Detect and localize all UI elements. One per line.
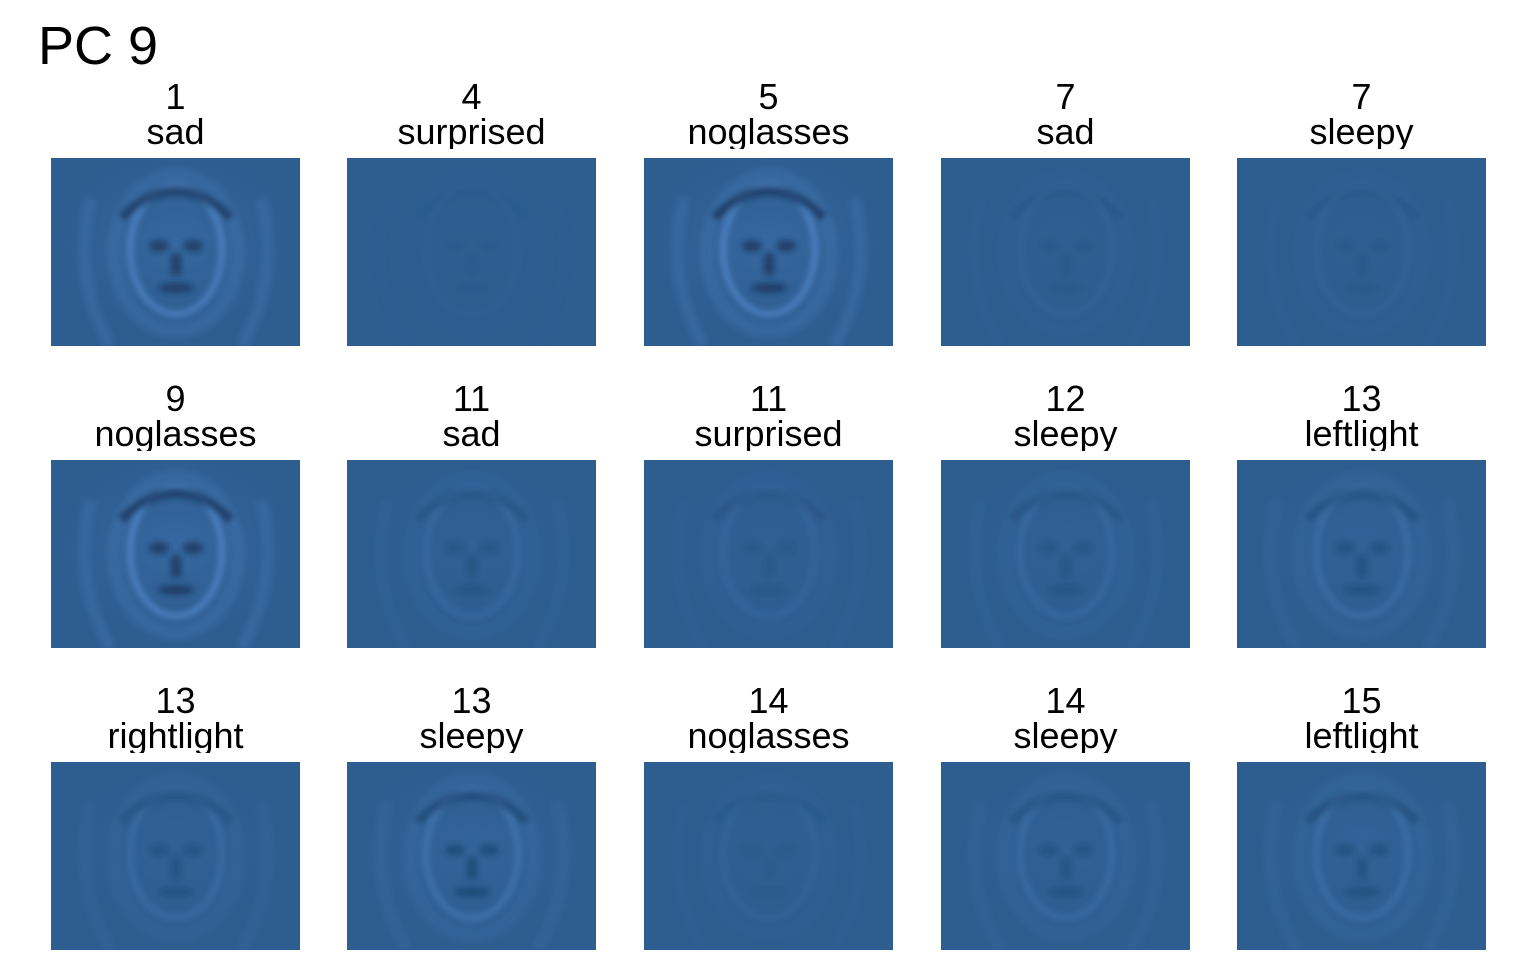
panel-condition-label: leftlight — [1304, 718, 1419, 753]
face-image-frame — [347, 762, 596, 950]
panel-condition-label: noglasses — [687, 718, 850, 753]
face-image-frame — [644, 762, 893, 950]
panel-subject-label: 11 — [452, 378, 491, 419]
face-image — [51, 762, 300, 950]
panel-subject-label: 14 — [1045, 680, 1086, 721]
panel-subject-label: 14 — [748, 680, 789, 721]
panel-condition-label: leftlight — [1304, 416, 1419, 451]
face-image — [644, 460, 893, 648]
face-image — [347, 762, 596, 950]
face-image — [644, 158, 893, 346]
face-image-frame — [1237, 460, 1486, 648]
panel-subject-label: 5 — [758, 76, 779, 117]
panel-condition-label: sleepy — [1013, 718, 1118, 753]
panel-condition-label: noglasses — [687, 114, 850, 149]
panel-condition-label: sad — [442, 416, 501, 451]
face-image-frame — [941, 158, 1190, 346]
panel-condition-label: rightlight — [107, 718, 244, 753]
face-image-frame — [941, 762, 1190, 950]
face-image — [941, 460, 1190, 648]
panel-subject-label: 15 — [1341, 680, 1382, 721]
panel-condition-label: sleepy — [419, 718, 524, 753]
face-image-frame — [347, 460, 596, 648]
panel-subject-label: 13 — [451, 680, 492, 721]
face-image — [1237, 762, 1486, 950]
face-image-frame — [1237, 762, 1486, 950]
face-image — [941, 158, 1190, 346]
face-image — [644, 762, 893, 950]
face-image-frame — [347, 158, 596, 346]
face-image — [1237, 158, 1486, 346]
panel-subject-label: 1 — [165, 76, 186, 117]
face-image — [51, 460, 300, 648]
panel-subject-label: 11 — [749, 378, 788, 419]
face-image — [347, 460, 596, 648]
face-image-frame — [644, 460, 893, 648]
panel-condition-label: sad — [1036, 114, 1095, 149]
panel-subject-label: 7 — [1351, 76, 1372, 117]
face-image-frame — [51, 460, 300, 648]
face-image — [1237, 460, 1486, 648]
figure-title: PC 9 — [38, 16, 159, 76]
panel-condition-label: surprised — [694, 416, 843, 451]
face-image-frame — [1237, 158, 1486, 346]
panel-subject-label: 7 — [1055, 76, 1076, 117]
panel-condition-label: sleepy — [1013, 416, 1118, 451]
face-image-frame — [51, 158, 300, 346]
face-image-frame — [941, 460, 1190, 648]
panel-condition-label: sleepy — [1309, 114, 1414, 149]
panel-subject-label: 12 — [1045, 378, 1086, 419]
face-image-frame — [644, 158, 893, 346]
panel-subject-label: 4 — [461, 76, 482, 117]
panel-subject-label: 13 — [155, 680, 196, 721]
face-image-frame — [51, 762, 300, 950]
panel-subject-label: 9 — [165, 378, 186, 419]
face-image — [51, 158, 300, 346]
panel-condition-label: noglasses — [94, 416, 257, 451]
panel-subject-label: 13 — [1341, 378, 1382, 419]
panel-condition-label: sad — [146, 114, 205, 149]
panel-condition-label: surprised — [397, 114, 546, 149]
face-image — [347, 158, 596, 346]
face-image — [941, 762, 1190, 950]
